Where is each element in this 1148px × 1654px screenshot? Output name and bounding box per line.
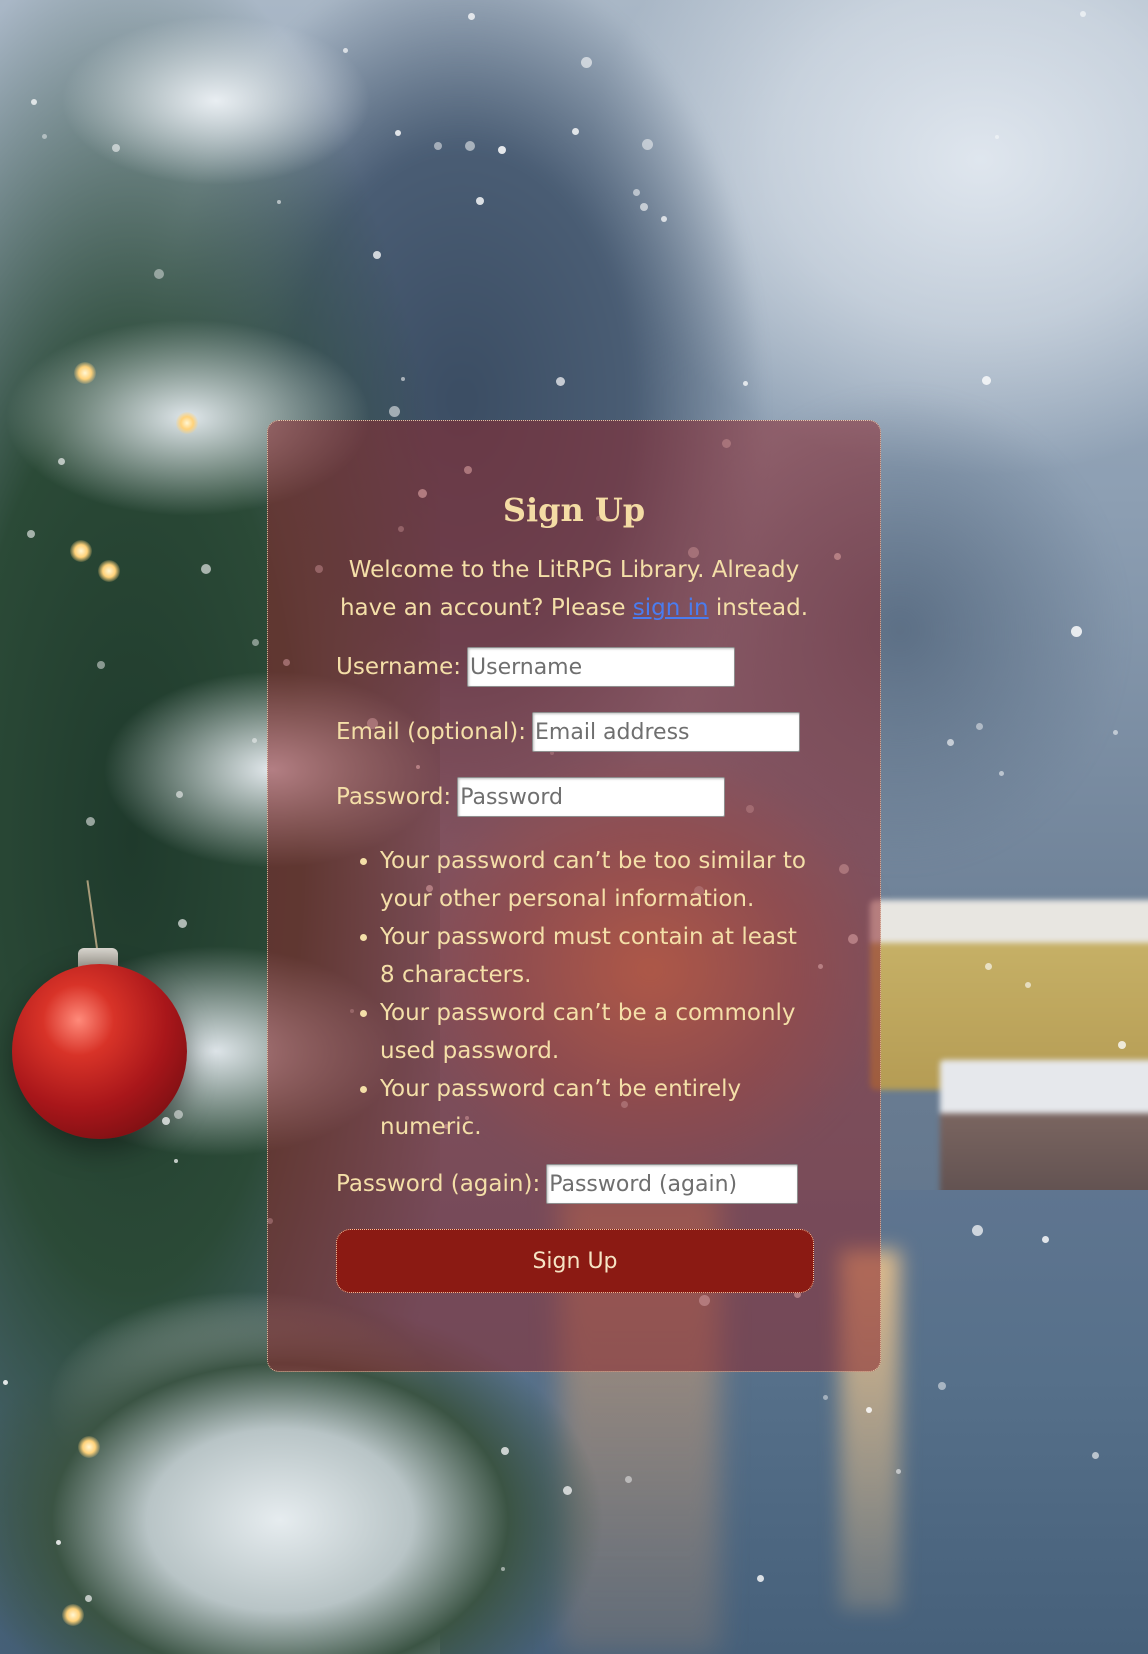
snowflake-icon [27,530,35,538]
ornament-icon [12,964,187,1139]
snowflake-icon [985,963,992,970]
snowflake-icon [640,203,648,211]
snowflake-icon [468,13,475,20]
snowflake-icon [176,791,183,798]
snowflake-icon [434,142,442,150]
snowflake-icon [947,739,954,746]
snowflake-icon [581,57,592,68]
snowflake-icon [178,919,187,928]
snowflake-icon [498,146,506,154]
password-again-row: Password (again): [336,1164,812,1204]
intro-text-after: instead. [708,595,809,621]
tree-light-icon [70,540,92,562]
snowflake-icon [1042,1236,1049,1243]
snowflake-icon [1092,1452,1099,1459]
snowflake-icon [982,376,991,385]
snowflake-icon [42,134,47,139]
snowflake-icon [743,381,748,386]
snowflake-icon [976,723,983,730]
snowflake-icon [563,1486,572,1495]
snowflake-icon [501,1447,509,1455]
snowflake-icon [823,1395,828,1400]
snowflake-icon [252,639,259,646]
snowflake-icon [86,817,95,826]
snowflake-icon [465,141,475,151]
password-label: Password: [336,784,452,810]
username-row: Username: [336,647,812,687]
password-again-label: Password (again): [336,1171,541,1197]
tree-light-icon [176,412,198,434]
tree-light-icon [74,362,96,384]
snowflake-icon [343,48,348,53]
snowflake-icon [3,1380,8,1385]
snowflake-icon [201,564,211,574]
password-rules: Your password can’t be too similar to yo… [336,842,812,1146]
snowflake-icon [85,1595,92,1602]
snowflake-icon [476,197,484,205]
snowflake-icon [112,144,120,152]
snowflake-icon [999,771,1004,776]
page-title: Sign Up [502,491,646,529]
snowflake-icon [661,216,667,222]
snowflake-icon [757,1575,764,1582]
sign-in-link[interactable]: sign in [633,595,709,621]
tree-light-icon [62,1604,84,1626]
snowflake-icon [625,1476,632,1483]
password-rule: Your password can’t be entirely numeric. [380,1070,812,1146]
snowflake-icon [1080,11,1086,17]
email-label: Email (optional): [336,719,527,745]
snowflake-icon [896,1469,901,1474]
password-rule: Your password can’t be too similar to yo… [380,842,812,918]
signup-card: Sign Up Welcome to the LitRPG Library. A… [267,420,881,1372]
sign-up-button[interactable]: Sign Up [336,1229,814,1293]
tree-light-icon [98,560,120,582]
snowflake-icon [572,128,579,135]
snowflake-icon [373,251,381,259]
snowflake-icon [501,1567,505,1571]
snowflake-icon [866,1407,872,1413]
snowflake-icon [1118,1041,1126,1049]
snowflake-icon [162,1117,170,1125]
snowflake-icon [642,139,653,150]
snowflake-icon [1071,626,1082,637]
snowflake-icon [395,130,401,136]
password-input[interactable] [457,777,726,817]
username-input[interactable] [467,647,735,687]
snowflake-icon [58,458,65,465]
snowflake-icon [972,1225,983,1236]
tree-light-icon [78,1436,100,1458]
snowflake-icon [31,99,37,105]
intro-text: Welcome to the LitRPG Library. Already h… [336,551,812,627]
snowflake-icon [556,377,565,386]
snowflake-icon [995,135,999,139]
password-rule: Your password must contain at least 8 ch… [380,918,812,994]
snowflake-icon [56,1540,61,1545]
snowflake-icon [97,661,105,669]
username-label: Username: [336,654,461,680]
email-row: Email (optional): [336,712,812,752]
snowflake-icon [1025,982,1031,988]
password-again-input[interactable] [546,1164,799,1204]
snowflake-icon [401,377,405,381]
house-lower [940,1060,1148,1210]
snowflake-icon [174,1110,183,1119]
snowflake-icon [277,200,281,204]
snowflake-icon [252,738,257,743]
snowflake-icon [633,189,640,196]
password-rule: Your password can’t be a commonly used p… [380,994,812,1070]
password-row: Password: [336,777,812,817]
snowflake-icon [938,1382,946,1390]
snowflake-icon [154,269,164,279]
email-input[interactable] [532,712,801,752]
snowflake-icon [174,1159,178,1163]
snowflake-icon [389,406,400,417]
snowflake-icon [1113,730,1118,735]
